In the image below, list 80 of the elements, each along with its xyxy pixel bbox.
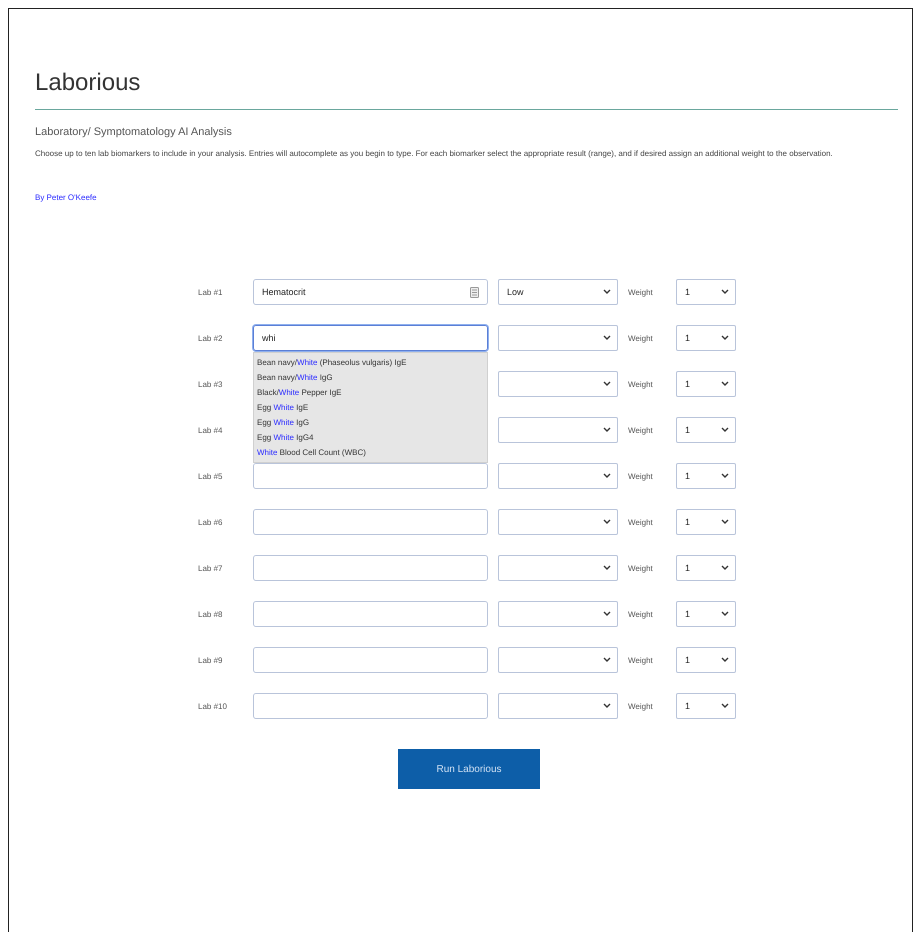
chevron-down-icon — [721, 427, 729, 433]
lab-input[interactable]: Hematocrit — [253, 279, 488, 305]
suggestion-item[interactable]: Bean navy/White (Phaseolus vulgaris) IgE — [254, 355, 487, 370]
weight-label: Weight — [628, 702, 654, 710]
chevron-down-icon — [721, 703, 729, 709]
suggestion-item[interactable]: White Blood Cell Count (WBC) — [254, 445, 487, 460]
author-link[interactable]: By Peter O'Keefe — [35, 193, 97, 202]
weight-select[interactable]: 1 — [676, 647, 736, 673]
suggestion-item[interactable]: Egg White IgE — [254, 400, 487, 415]
run-button[interactable]: Run Laborious — [398, 749, 540, 789]
weight-label: Weight — [628, 426, 654, 434]
result-select[interactable] — [498, 463, 618, 489]
weight-label: Weight — [628, 610, 654, 618]
chevron-down-icon — [721, 289, 729, 295]
weight-select[interactable]: 1 — [676, 601, 736, 627]
lab-label: Lab #1 — [198, 288, 224, 296]
weight-select[interactable]: 1 — [676, 371, 736, 397]
result-select[interactable] — [498, 325, 618, 351]
chevron-down-icon — [721, 381, 729, 387]
result-select[interactable] — [498, 601, 618, 627]
result-select[interactable] — [498, 647, 618, 673]
weight-label: Weight — [628, 334, 654, 342]
chevron-down-icon — [603, 289, 611, 295]
weight-select[interactable]: 1 — [676, 693, 736, 719]
lab-input[interactable] — [253, 509, 488, 535]
suggestion-item[interactable]: Black/White Pepper IgE — [254, 385, 487, 400]
chevron-down-icon — [603, 611, 611, 617]
lab-label: Lab #4 — [198, 426, 224, 434]
weight-select[interactable]: 1 — [676, 463, 736, 489]
chevron-down-icon — [721, 335, 729, 341]
weight-select[interactable]: 1 — [676, 417, 736, 443]
chevron-down-icon — [603, 335, 611, 341]
result-select[interactable] — [498, 693, 618, 719]
chevron-down-icon — [603, 703, 611, 709]
lab-label: Lab #9 — [198, 656, 224, 664]
lab-label: Lab #6 — [198, 518, 224, 526]
lab-input[interactable] — [253, 693, 488, 719]
lab-input[interactable]: whi — [253, 325, 488, 351]
suggestion-item[interactable]: Egg White IgG4 — [254, 430, 487, 445]
result-select[interactable] — [498, 417, 618, 443]
weight-label: Weight — [628, 380, 654, 388]
page-subtitle: Laboratory/ Symptomatology AI Analysis — [35, 126, 233, 138]
suggestion-item[interactable]: Bean navy/White IgG — [254, 370, 487, 385]
lab-label: Lab #2 — [198, 334, 224, 342]
weight-label: Weight — [628, 518, 654, 526]
lab-label: Lab #5 — [198, 472, 224, 480]
lab-input[interactable] — [253, 463, 488, 489]
lab-label: Lab #10 — [198, 702, 228, 710]
lab-input[interactable] — [253, 647, 488, 673]
page-title: Laborious — [35, 69, 142, 97]
chevron-down-icon — [721, 473, 729, 479]
result-select[interactable] — [498, 371, 618, 397]
weight-label: Weight — [628, 288, 654, 296]
weight-select[interactable]: 1 — [676, 279, 736, 305]
chevron-down-icon — [603, 657, 611, 663]
result-select[interactable] — [498, 555, 618, 581]
chevron-down-icon — [603, 519, 611, 525]
lab-input[interactable] — [253, 601, 488, 627]
weight-select[interactable]: 1 — [676, 555, 736, 581]
instructions-text: Choose up to ten lab biomarkers to include in your analysis. Entries will autocomplete as you begin to type. For each biomarker select the appropriate result (range), and if desired assign an additional weight to the observation. — [35, 148, 834, 159]
weight-label: Weight — [628, 564, 654, 572]
chevron-down-icon — [721, 565, 729, 571]
weight-select[interactable]: 1 — [676, 509, 736, 535]
result-select[interactable]: Low — [498, 279, 618, 305]
chevron-down-icon — [603, 427, 611, 433]
lab-input[interactable] — [253, 555, 488, 581]
chevron-down-icon — [721, 657, 729, 663]
chevron-down-icon — [721, 611, 729, 617]
weight-label: Weight — [628, 656, 654, 664]
chevron-down-icon — [603, 473, 611, 479]
weight-select[interactable]: 1 — [676, 325, 736, 351]
suggestion-item[interactable]: Egg White IgG — [254, 415, 487, 430]
lab-label: Lab #8 — [198, 610, 224, 618]
lab-label: Lab #7 — [198, 564, 224, 572]
chevron-down-icon — [603, 381, 611, 387]
chevron-down-icon — [721, 519, 729, 525]
result-select[interactable] — [498, 509, 618, 535]
chevron-down-icon — [603, 565, 611, 571]
weight-label: Weight — [628, 472, 654, 480]
lab-label: Lab #3 — [198, 380, 224, 388]
